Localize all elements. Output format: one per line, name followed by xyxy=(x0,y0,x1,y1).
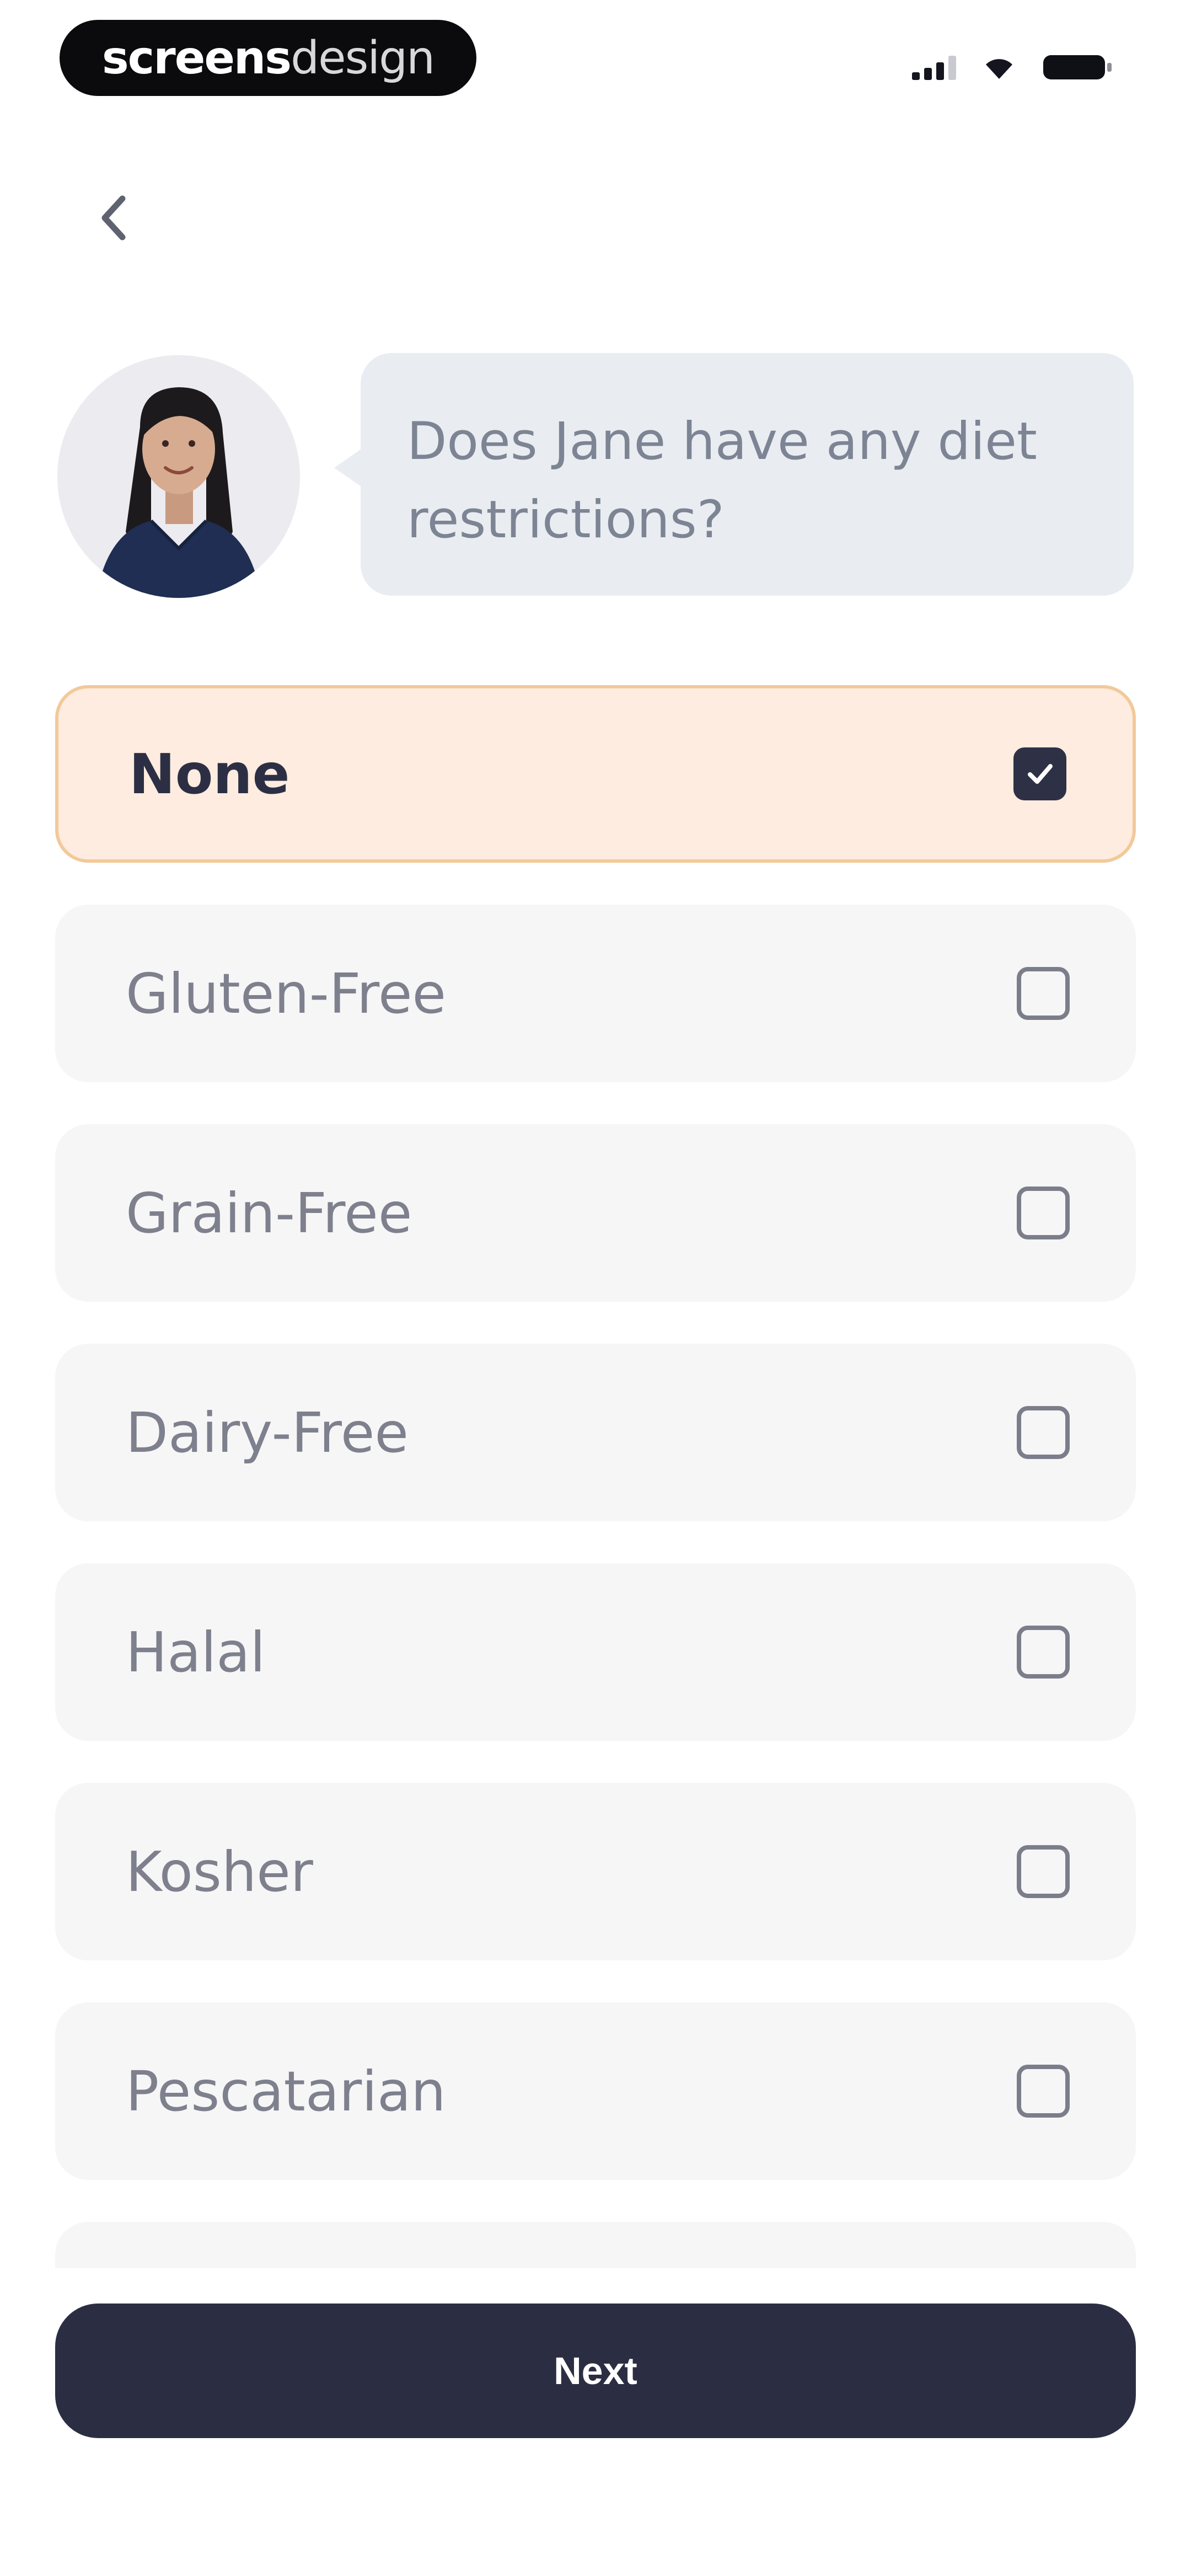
option-label: Dairy-Free xyxy=(126,1400,409,1465)
next-button[interactable]: Next xyxy=(55,2304,1136,2438)
brand-text-light: design xyxy=(291,31,435,84)
option-label: Pescatarian xyxy=(126,2059,446,2124)
checkbox[interactable] xyxy=(1017,1406,1070,1459)
checkmark-icon xyxy=(1028,764,1053,784)
option-label: Kosher xyxy=(126,1839,313,1904)
checkbox[interactable] xyxy=(1017,1187,1070,1239)
option-label: None xyxy=(129,741,290,806)
option-label: Grain-Free xyxy=(126,1180,412,1246)
speech-bubble-tail xyxy=(334,448,363,488)
avatar xyxy=(57,355,300,598)
option-label: Halal xyxy=(126,1620,266,1685)
brand-badge: screens design xyxy=(60,20,476,96)
checkbox[interactable] xyxy=(1017,1626,1070,1679)
checkbox[interactable] xyxy=(1017,2065,1070,2118)
checkbox[interactable] xyxy=(1017,967,1070,1020)
question-bubble: Does Jane have any diet restrictions? xyxy=(361,353,1134,596)
chevron-left-icon xyxy=(101,195,126,241)
battery-icon xyxy=(1042,52,1114,83)
brand-text-bold: screens xyxy=(101,31,292,84)
option-next-partial[interactable] xyxy=(55,2222,1136,2268)
checkbox[interactable] xyxy=(1017,1845,1070,1898)
status-icons xyxy=(912,51,1114,84)
diet-restrictions-screen: screens design Does Jane have any diet r… xyxy=(0,0,1191,2576)
option-dairy-free[interactable]: Dairy-Free xyxy=(55,1344,1136,1521)
option-gluten-free[interactable]: Gluten-Free xyxy=(55,905,1136,1082)
option-kosher[interactable]: Kosher xyxy=(55,1783,1136,1960)
back-button[interactable] xyxy=(83,188,143,248)
option-grain-free[interactable]: Grain-Free xyxy=(55,1124,1136,1302)
option-label: Gluten-Free xyxy=(126,961,447,1026)
assistant-portrait xyxy=(57,355,300,598)
option-pescatarian[interactable]: Pescatarian xyxy=(55,2002,1136,2180)
option-none[interactable]: None xyxy=(55,685,1136,863)
question-text: Does Jane have any diet restrictions? xyxy=(407,411,1037,550)
checkbox[interactable] xyxy=(1013,747,1066,800)
diet-options-list: None Gluten-Free Grain-Free Dairy-Free H… xyxy=(55,685,1136,2268)
wifi-icon xyxy=(983,55,1016,80)
option-halal[interactable]: Halal xyxy=(55,1563,1136,1741)
cellular-signal-icon xyxy=(912,55,956,80)
